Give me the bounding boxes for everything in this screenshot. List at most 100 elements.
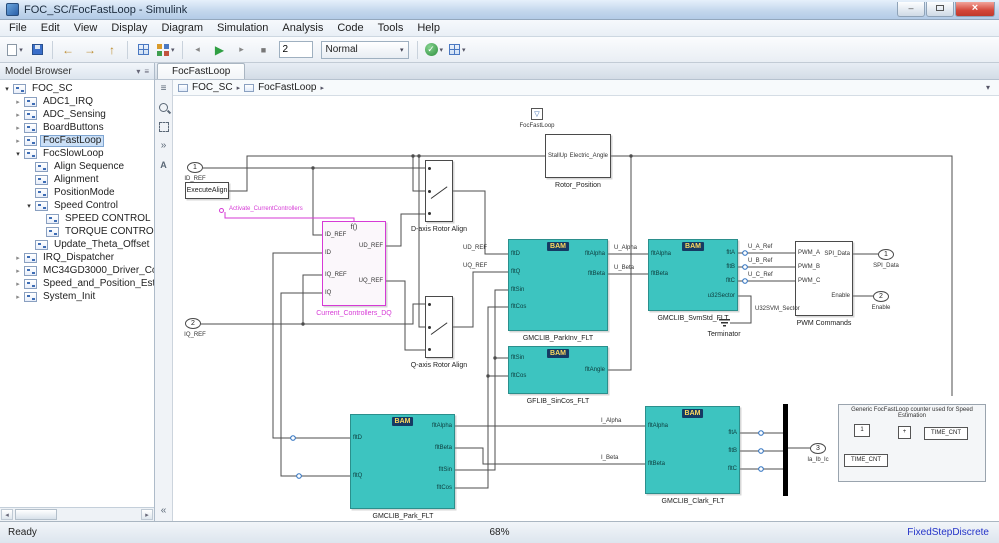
expand-icon[interactable]: ▾ <box>24 202 34 210</box>
tree-item-speed-position-estimator[interactable]: ▸Speed_and_Position_Estimator HAL <box>0 277 154 290</box>
back-button[interactable]: ← <box>58 40 78 60</box>
block-rotor-position[interactable]: StallUp Electric_Angle <box>545 134 611 178</box>
outport-spi[interactable]: 1 <box>878 249 894 260</box>
block-q-axis-switch[interactable] <box>425 296 453 358</box>
block-pwm-commands[interactable]: PWM_A PWM_B PWM_C SPI_Data Enable <box>795 241 853 316</box>
expand-icon[interactable]: ▸ <box>13 137 23 145</box>
tree-item-speed-control-sub[interactable]: ▸SPEED CONTROL <box>0 212 154 225</box>
tab-focfastloop[interactable]: FocFastLoop <box>157 63 246 79</box>
expand-icon[interactable]: ▾ <box>2 85 12 93</box>
run-button[interactable]: ▶ <box>210 40 230 60</box>
expand-icon[interactable]: ▸ <box>13 124 23 132</box>
build-button[interactable]: ▾ <box>447 40 468 60</box>
menu-display[interactable]: Display <box>104 21 154 35</box>
simulation-mode-select[interactable]: Normal ▾ <box>320 40 409 59</box>
menu-edit[interactable]: Edit <box>34 21 67 35</box>
block-execute-align[interactable]: ExecuteAlign <box>185 182 229 199</box>
block-current-controllers-dq[interactable]: f() ID_REF ID IQ_REF IQ UD_REF UQ_REF <box>322 221 386 306</box>
block-gmclib-svmstd-flt[interactable]: BAM fltAlpha fltBeta fltA fltB fltC u32S… <box>648 239 738 311</box>
browser-menu-icon[interactable]: ▾ <box>136 67 140 76</box>
block-sum[interactable]: + <box>898 426 911 439</box>
breadcrumb-dropdown-icon[interactable]: ▾ <box>986 83 994 92</box>
annotation-icon[interactable]: A <box>157 158 171 172</box>
menu-help[interactable]: Help <box>410 21 447 35</box>
close-button[interactable]: × <box>955 2 995 17</box>
hamburger-icon[interactable]: ≡ <box>157 82 171 96</box>
dropdown-icon: ▾ <box>171 46 175 54</box>
step-forward-button[interactable]: ▸ <box>232 40 252 60</box>
inport-3[interactable]: 3 <box>810 443 826 454</box>
menu-simulation[interactable]: Simulation <box>210 21 275 35</box>
up-button[interactable]: ↑ <box>102 40 122 60</box>
minimize-button[interactable]: – <box>897 2 925 17</box>
expand-icon[interactable]: ▸ <box>13 280 23 288</box>
tree-item-focfastloop[interactable]: ▸ FocFastLoop <box>0 134 154 147</box>
collapse-palette-icon[interactable]: « <box>157 504 171 518</box>
step-back-button[interactable]: ◂ <box>188 40 208 60</box>
speed-counter-area[interactable]: Generic FocFastLoop counter used for Spe… <box>838 404 986 482</box>
maximize-button[interactable] <box>926 2 954 17</box>
browser-options-icon[interactable]: ≡ <box>144 67 149 76</box>
block-gmclib-clark-flt[interactable]: BAM fltA fltB fltC fltAlpha fltBeta <box>645 406 740 494</box>
tree-item-update-theta-offset[interactable]: ▸Update_Theta_Offset <box>0 238 154 251</box>
breadcrumb-focfastloop[interactable]: FocFastLoop <box>258 82 316 93</box>
block-constant-1[interactable]: 1 <box>854 424 870 437</box>
inport-1[interactable]: 1 <box>187 162 203 173</box>
trigger-port-icon[interactable]: ▽ <box>531 108 543 120</box>
update-diagram-button[interactable]: ✓ ▾ <box>423 40 446 60</box>
inport-2[interactable]: 2 <box>185 318 201 329</box>
save-button[interactable] <box>27 40 47 60</box>
tree-item-focslowloop[interactable]: ▾ FocSlowLoop <box>0 147 154 160</box>
menu-tools[interactable]: Tools <box>371 21 411 35</box>
new-model-button[interactable]: ▾ <box>5 40 25 60</box>
block-time-cnt-read[interactable]: TIME_CNT <box>844 454 888 467</box>
block-gflib-sincos-flt[interactable]: BAM fltSin fltCos fltAngle <box>508 346 608 394</box>
block-gmclib-parkinv-flt[interactable]: BAM fltD fltQ fltSin fltCos fltAlpha flt… <box>508 239 608 331</box>
tree-item-positionmode[interactable]: ▸PositionMode <box>0 186 154 199</box>
scroll-right-icon[interactable]: ▸ <box>141 509 153 520</box>
expand-icon[interactable]: ▸ <box>13 293 23 301</box>
enable-port-icon[interactable] <box>219 208 224 213</box>
expand-icon[interactable]: ▸ <box>13 267 23 275</box>
stop-time-input[interactable] <box>278 41 313 58</box>
menu-file[interactable]: File <box>2 21 34 35</box>
menu-code[interactable]: Code <box>330 21 370 35</box>
stop-button[interactable]: ■ <box>254 40 274 60</box>
menu-analysis[interactable]: Analysis <box>275 21 330 35</box>
scroll-left-icon[interactable]: ◂ <box>1 509 13 520</box>
tree-item-foc-sc[interactable]: ▾ FOC_SC <box>0 82 154 95</box>
port-label: IQ <box>325 290 332 296</box>
block-time-cnt-write[interactable]: TIME_CNT <box>924 427 968 440</box>
fit-view-icon[interactable] <box>157 120 171 134</box>
library-browser-button[interactable]: ▾ <box>155 40 177 60</box>
expand-icon[interactable]: ▸ <box>13 98 23 106</box>
menu-view[interactable]: View <box>67 21 105 35</box>
expand-icon[interactable]: ▾ <box>13 150 23 158</box>
outport-enable[interactable]: 2 <box>873 291 889 302</box>
tree-item-align-sequence[interactable]: ▸Align Sequence <box>0 160 154 173</box>
expand-icon[interactable]: ▸ <box>13 254 23 262</box>
forward-button[interactable]: → <box>80 40 100 60</box>
tree-item-adc1-irq[interactable]: ▸ ADC1_IRQ <box>0 95 154 108</box>
block-demux[interactable] <box>783 404 788 496</box>
tree-item-adc-sensing[interactable]: ▸ ADC_Sensing <box>0 108 154 121</box>
expand-icon[interactable]: ▸ <box>13 111 23 119</box>
tree-item-boardbuttons[interactable]: ▸ BoardButtons <box>0 121 154 134</box>
tree-item-speed-control[interactable]: ▾ Speed Control <box>0 199 154 212</box>
menu-diagram[interactable]: Diagram <box>154 21 210 35</box>
scrollbar-thumb[interactable] <box>15 509 57 520</box>
block-terminator[interactable] <box>718 319 730 327</box>
tree-item-system-init[interactable]: ▸ System_Init <box>0 290 154 303</box>
breadcrumb-foc-sc[interactable]: FOC_SC <box>192 82 233 93</box>
diagram-canvas[interactable]: 1 ID_REF 2 IQ_REF 3 Ia_Ib_Ic 1 SPI_Data … <box>173 96 999 521</box>
block-gmclib-park-flt[interactable]: BAM fltAlpha fltBeta fltSin fltCos fltD … <box>350 414 455 509</box>
model-browser-button[interactable] <box>133 40 153 60</box>
signal-routing-icon[interactable]: » <box>157 139 171 153</box>
tree-item-torque-control[interactable]: ▸TORQUE CONTROL <box>0 225 154 238</box>
tree-item-mc34gd3000[interactable]: ▸MC34GD3000_Driver_Configuration <box>0 264 154 277</box>
browser-hscrollbar[interactable]: ◂ ▸ <box>0 507 154 521</box>
tree-item-alignment[interactable]: ▸Alignment <box>0 173 154 186</box>
tree-item-irq-dispatcher[interactable]: ▸ IRQ_Dispatcher <box>0 251 154 264</box>
block-d-axis-switch[interactable] <box>425 160 453 222</box>
zoom-icon[interactable] <box>157 101 171 115</box>
